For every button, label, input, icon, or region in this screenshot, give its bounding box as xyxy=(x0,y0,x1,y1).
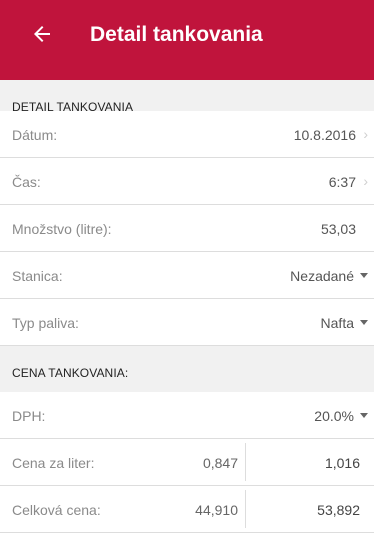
vat-row[interactable]: DPH: 20.0% xyxy=(0,392,374,439)
chevron-right-icon: › xyxy=(363,126,368,142)
amount-value[interactable]: 53,03 xyxy=(321,221,356,237)
station-label: Stanica: xyxy=(12,268,63,284)
date-value: 10.8.2016 xyxy=(293,127,356,143)
time-row[interactable]: Čas: 6:37 › xyxy=(0,158,374,205)
date-label: Dátum: xyxy=(12,127,58,143)
total-price-label: Celková cena: xyxy=(12,502,101,518)
fuel-label: Typ paliva: xyxy=(12,315,79,331)
time-value: 6:37 xyxy=(328,174,356,190)
total-price-row: Celková cena: 44,910 53,892 xyxy=(0,486,374,533)
section-header-label: CENA TANKOVANIA: xyxy=(12,366,129,380)
section-header-price: CENA TANKOVANIA: xyxy=(0,346,374,393)
app-bar: Detail tankovania xyxy=(0,0,374,80)
dropdown-caret-icon[interactable] xyxy=(360,320,368,325)
price-per-liter-with-vat[interactable]: 1,016 xyxy=(325,455,360,471)
column-divider xyxy=(245,490,246,528)
price-per-liter-label: Cena za liter: xyxy=(12,455,95,471)
page-title: Detail tankovania xyxy=(90,23,263,46)
chevron-right-icon: › xyxy=(363,173,368,189)
station-select[interactable]: Nezadané xyxy=(290,268,354,284)
dropdown-caret-icon[interactable] xyxy=(360,413,368,418)
price-per-liter-row: Cena za liter: 0,847 1,016 xyxy=(0,439,374,486)
date-row[interactable]: Dátum: 10.8.2016 › xyxy=(0,111,374,158)
price-per-liter-without-vat[interactable]: 0,847 xyxy=(203,455,238,471)
amount-label: Množstvo (litre): xyxy=(12,221,112,237)
station-row[interactable]: Stanica: Nezadané xyxy=(0,252,374,299)
dropdown-caret-icon[interactable] xyxy=(360,273,368,278)
vat-select[interactable]: 20.0% xyxy=(314,408,354,424)
column-divider xyxy=(245,443,246,481)
fuel-select[interactable]: Nafta xyxy=(321,315,354,331)
total-price-without-vat[interactable]: 44,910 xyxy=(195,502,238,518)
amount-row[interactable]: Množstvo (litre): 53,03 xyxy=(0,205,374,252)
fuel-row[interactable]: Typ paliva: Nafta xyxy=(0,299,374,346)
vat-label: DPH: xyxy=(12,408,46,424)
total-price-with-vat[interactable]: 53,892 xyxy=(317,502,360,518)
arrow-left-icon[interactable] xyxy=(30,22,54,46)
time-label: Čas: xyxy=(12,174,41,190)
